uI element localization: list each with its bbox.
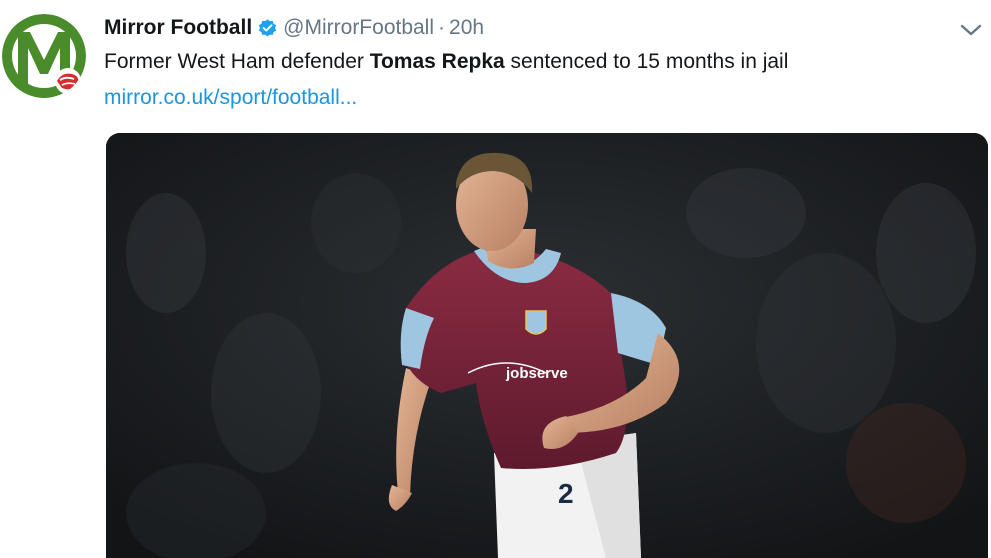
article-link[interactable]: mirror.co.uk/sport/football... [104, 84, 357, 112]
shorts-number-text: 2 [558, 478, 574, 509]
tweet-text-suffix: sentenced to 15 months in jail [504, 50, 789, 73]
tweet-media-photo[interactable]: jobserve 2 [106, 133, 988, 558]
account-handle[interactable]: @MirrorFootball [283, 16, 434, 40]
tweet-text: Former West Ham defender Tomas Repka sen… [104, 48, 788, 76]
shirt-sponsor-text: jobserve [505, 365, 568, 382]
tweet-card[interactable]: Mirror Football @MirrorFootball · 20h Fo… [0, 0, 991, 558]
display-name[interactable]: Mirror Football [104, 16, 252, 40]
tweet-header: Mirror Football @MirrorFootball · 20h [104, 14, 484, 42]
chevron-down-icon [960, 24, 982, 36]
mirror-m-logo-icon [2, 14, 86, 98]
separator-dot: · [438, 16, 446, 39]
avatar[interactable] [2, 14, 86, 98]
tweet-timestamp[interactable]: 20h [449, 16, 484, 40]
tweet-text-prefix: Former West Ham defender [104, 50, 370, 73]
tweet-text-bold-name: Tomas Repka [369, 50, 505, 73]
player-photo: jobserve 2 [106, 133, 988, 558]
tweet-menu-button[interactable] [958, 20, 984, 40]
verified-badge-icon [257, 18, 278, 39]
